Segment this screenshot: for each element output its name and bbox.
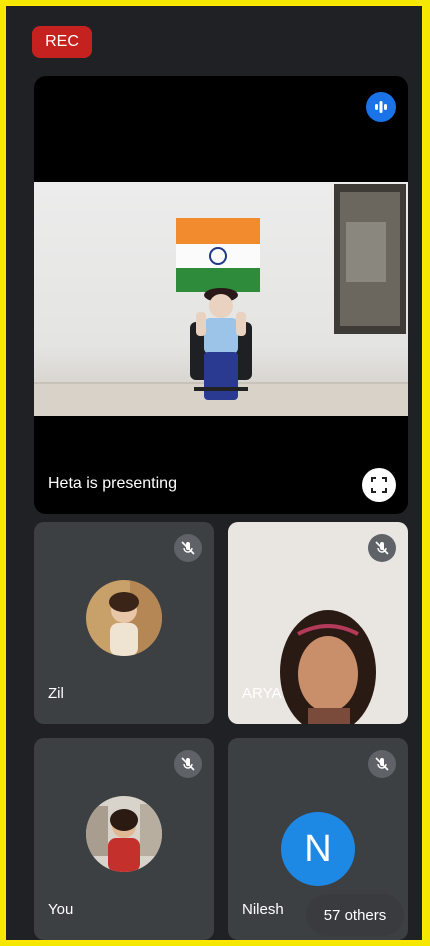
- participant-name: Zil: [48, 685, 64, 702]
- fullscreen-button[interactable]: [362, 468, 396, 502]
- participant-name: Nilesh: [242, 901, 284, 918]
- mic-off-icon: [174, 750, 202, 778]
- others-label: 57 others: [323, 906, 387, 924]
- presentation-tile[interactable]: Heta is presenting: [34, 76, 408, 514]
- participant-name: You: [48, 901, 74, 918]
- avatar: [86, 796, 162, 872]
- avatar: N: [281, 812, 355, 886]
- avatar: [86, 580, 162, 656]
- mic-off-icon: [368, 534, 396, 562]
- mic-off-icon: [174, 534, 202, 562]
- audio-level-icon: [366, 92, 396, 122]
- recording-badge: REC: [32, 26, 92, 58]
- participant-tile-arya[interactable]: ARYA: [228, 522, 408, 724]
- others-button[interactable]: 57 others: [306, 894, 404, 936]
- participant-tile-you[interactable]: You: [34, 738, 214, 940]
- participant-tile-zil[interactable]: Zil: [34, 522, 214, 724]
- participant-name: ARYA: [242, 685, 282, 702]
- recording-label: REC: [45, 33, 79, 50]
- meeting-screen: REC Heta is presenting Zil ARYA You N Ni…: [4, 4, 424, 942]
- fullscreen-icon: [371, 477, 387, 493]
- presentation-video: [34, 182, 408, 416]
- presenter-label: Heta is presenting: [48, 475, 177, 492]
- mic-off-icon: [368, 750, 396, 778]
